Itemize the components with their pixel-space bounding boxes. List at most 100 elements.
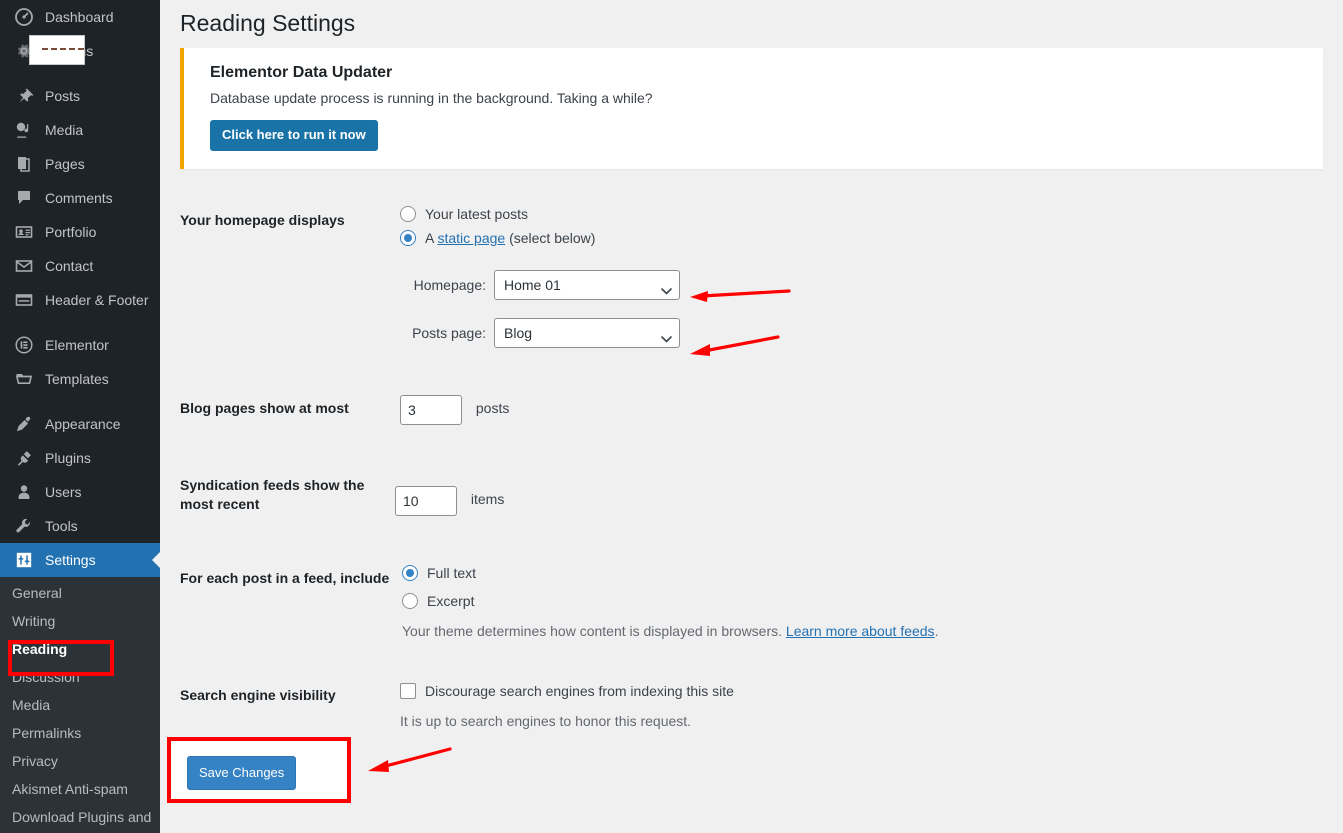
- sidebar-item-elementor[interactable]: Elementor: [0, 328, 160, 362]
- radio-latest-posts[interactable]: Your latest posts: [400, 206, 680, 222]
- radio-latest-posts-label: Your latest posts: [425, 207, 528, 221]
- posts-page-select-row: Posts page: Blog: [400, 318, 680, 348]
- save-changes-button-overlay[interactable]: Save Changes: [187, 756, 296, 790]
- notice-heading: Elementor Data Updater: [210, 64, 1311, 82]
- radio-excerpt-label: Excerpt: [427, 594, 474, 608]
- submenu-item-general[interactable]: General: [0, 579, 160, 607]
- sidebar-item-label: Media: [45, 123, 83, 137]
- notice-body: Database update process is running in th…: [210, 90, 1311, 106]
- submenu-item-privacy[interactable]: Privacy: [0, 747, 160, 775]
- sidebar-item-comments[interactable]: Comments: [0, 181, 160, 215]
- discourage-checkbox-label: Discourage search engines from indexing …: [425, 684, 734, 698]
- sidebar-item-media[interactable]: Media: [0, 113, 160, 147]
- feed-help-suffix: .: [935, 623, 939, 639]
- radio-excerpt[interactable]: Excerpt: [402, 593, 938, 609]
- sidebar-separator: [0, 317, 160, 328]
- radio-latest-posts-control[interactable]: [400, 206, 416, 222]
- sidebar-item-label: Templates: [45, 372, 109, 386]
- posts-page-select[interactable]: Blog: [494, 318, 680, 348]
- radio-excerpt-control[interactable]: [402, 593, 418, 609]
- learn-more-feeds-link[interactable]: Learn more about feeds: [786, 623, 935, 639]
- sidebar-item-label: Plugins: [45, 451, 91, 465]
- homepage-select[interactable]: Home 01: [494, 270, 680, 300]
- radio-full-text-label: Full text: [427, 566, 476, 580]
- pages-icon: [12, 154, 36, 174]
- submenu-item-download-plugins[interactable]: Download Plugins and: [0, 803, 160, 831]
- wrench-icon: [12, 516, 36, 536]
- submenu-item-writing[interactable]: Writing: [0, 607, 160, 635]
- sidebar-item-appearance[interactable]: Appearance: [0, 407, 160, 441]
- main-content: Reading Settings Elementor Data Updater …: [160, 0, 1343, 833]
- sidebar-item-label: Comments: [45, 191, 113, 205]
- radio-static-page[interactable]: A static page (select below): [400, 230, 680, 246]
- sidebar-item-users[interactable]: Users: [0, 475, 160, 509]
- comment-icon: [12, 188, 36, 208]
- radio-full-text-control[interactable]: [402, 565, 418, 581]
- row-blog-pages: Blog pages show at most posts: [160, 385, 1343, 440]
- run-updater-button[interactable]: Click here to run it now: [210, 120, 378, 151]
- sidebar-item-pages[interactable]: Pages: [0, 147, 160, 181]
- label-feed-include: For each post in a feed, include: [180, 563, 402, 609]
- save-changes-button-visible[interactable]: Save Changes: [187, 756, 296, 790]
- sidebar-item-label: Tools: [45, 519, 78, 533]
- field-blog-pages: posts: [400, 385, 519, 440]
- radio-static-page-control[interactable]: [400, 230, 416, 246]
- sidebar-item-templates[interactable]: Templates: [0, 362, 160, 396]
- sidebar-separator: [0, 68, 160, 79]
- label-search-visibility: Search engine visibility: [180, 680, 400, 726]
- submenu-item-reading[interactable]: Reading: [0, 635, 160, 663]
- redaction-dash: [42, 48, 84, 50]
- sidebar-item-plugins[interactable]: Plugins: [0, 441, 160, 475]
- feed-help-text: Your theme determines how content is dis…: [402, 623, 938, 639]
- sidebar-item-label: Elementor: [45, 338, 109, 352]
- chevron-down-icon: [661, 330, 670, 336]
- submenu-item-akismet[interactable]: Akismet Anti-spam: [0, 775, 160, 803]
- row-syndication: Syndication feeds show the most recent i…: [160, 462, 1343, 535]
- sidebar-item-dashboard[interactable]: Dashboard: [0, 0, 160, 34]
- syndication-input[interactable]: [395, 486, 457, 516]
- sidebar-item-settings[interactable]: Settings: [0, 543, 160, 577]
- homepage-select-label: Homepage:: [400, 277, 486, 293]
- sidebar-item-portfolio[interactable]: Portfolio: [0, 215, 160, 249]
- plug-icon: [12, 448, 36, 468]
- row-feed-include: For each post in a feed, include Full te…: [160, 563, 1343, 654]
- sidebar-item-contact[interactable]: Contact: [0, 249, 160, 283]
- row-homepage-displays: Your homepage displays Your latest posts…: [160, 191, 1343, 363]
- label-syndication: Syndication feeds show the most recent: [180, 462, 395, 535]
- dashboard-icon: [12, 7, 36, 27]
- submenu-item-media[interactable]: Media: [0, 691, 160, 719]
- sidebar-separator: [0, 396, 160, 407]
- search-visibility-help: It is up to search engines to honor this…: [400, 713, 734, 729]
- header-footer-icon: [12, 290, 36, 310]
- sidebar-item-posts[interactable]: Posts: [0, 79, 160, 113]
- sidebar-item-label: Portfolio: [45, 225, 96, 239]
- elementor-data-updater-notice: Elementor Data Updater Database update p…: [180, 48, 1323, 169]
- sidebar-item-label: Pages: [45, 157, 85, 171]
- reading-settings-form: Your homepage displays Your latest posts…: [160, 169, 1343, 798]
- elementor-icon: [12, 335, 36, 355]
- feed-help-prefix: Your theme determines how content is dis…: [402, 623, 786, 639]
- settings-submenu: General Writing Reading Discussion Media…: [0, 577, 160, 833]
- label-blog-pages: Blog pages show at most: [180, 385, 400, 439]
- row-search-visibility: Search engine visibility Discourage sear…: [160, 680, 1343, 744]
- static-page-link[interactable]: static page: [437, 230, 505, 246]
- sidebar-item-label: Users: [45, 485, 82, 499]
- radio-full-text[interactable]: Full text: [402, 565, 938, 581]
- blog-pages-input[interactable]: [400, 395, 462, 425]
- pin-icon: [12, 86, 36, 106]
- discourage-checkbox-control[interactable]: [400, 683, 416, 699]
- sidebar-item-label: Appearance: [45, 417, 121, 431]
- chevron-down-icon: [661, 282, 670, 288]
- sidebar-item-header-footer[interactable]: Header & Footer: [0, 283, 160, 317]
- label-homepage-displays: Your homepage displays: [180, 191, 400, 251]
- syndication-unit: items: [471, 491, 504, 507]
- submenu-item-permalinks[interactable]: Permalinks: [0, 719, 160, 747]
- static-prefix: A: [425, 230, 437, 246]
- submenu-item-discussion[interactable]: Discussion: [0, 663, 160, 691]
- sidebar-item-label: Settings: [45, 553, 96, 567]
- checkbox-discourage[interactable]: Discourage search engines from indexing …: [400, 683, 734, 699]
- sidebar-item-tools[interactable]: Tools: [0, 509, 160, 543]
- field-syndication: items: [395, 462, 514, 531]
- portfolio-icon: [12, 222, 36, 242]
- homepage-select-row: Homepage: Home 01: [400, 270, 680, 300]
